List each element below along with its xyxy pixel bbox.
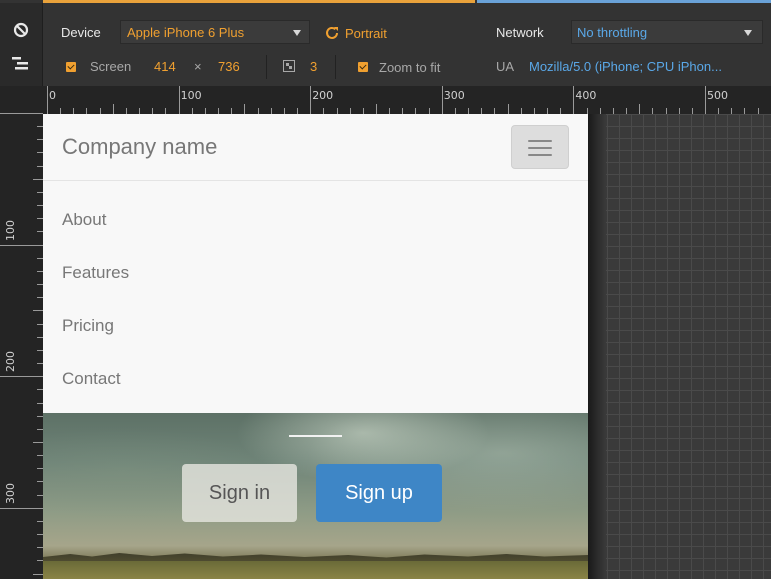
ruler-tick [441,86,443,114]
network-label: Network [496,25,544,40]
ruler-tick [705,86,706,114]
ruler-tick [507,104,509,114]
pixel-ratio-input[interactable]: 3 [310,59,317,75]
device-select-value: Apple iPhone 6 Plus [127,25,245,40]
ruler-tick [639,104,641,114]
hero-section: Sign in Sign up [43,413,588,579]
device-pixel-ratio-icon [283,60,295,72]
network-select[interactable]: No throttling [571,20,763,44]
toolbar-side-column [0,3,43,86]
ruler-label: 100 [4,219,17,241]
ruler-label: 0 [49,89,56,102]
ruler-tick [244,104,246,114]
menu-item-pricing[interactable]: Pricing [62,316,114,336]
chevron-down-icon [293,30,301,36]
hero-divider [289,435,342,437]
ruler-tick [0,113,43,114]
user-agent-input[interactable]: Mozilla/5.0 (iPhone; CPU iPhon... [529,59,722,75]
hamburger-icon-bar [528,147,552,149]
screen-checkbox[interactable] [66,62,76,72]
device-select[interactable]: Apple iPhone 6 Plus [120,20,310,44]
screen-width-input[interactable]: 414 [154,59,176,75]
device-label: Device [61,25,101,40]
ruler-tick [33,442,43,443]
ruler-tick [33,573,43,575]
screen-label: Screen [90,59,132,74]
ruler-label: 300 [4,482,17,504]
emulation-settings-icon[interactable] [12,56,30,72]
menu-item-about[interactable]: About [62,210,106,230]
navbar-collapse-menu: About Features Pricing Contact [43,181,588,413]
orientation-label: Portrait [345,26,387,41]
zoom-to-fit-checkbox[interactable] [358,62,368,72]
hero-treeline [43,553,588,561]
zoom-to-fit-label: Zoom to fit [379,60,441,75]
ruler-label: 100 [180,89,202,102]
horizontal-ruler: 0 100 200 300 400 500 [43,86,771,114]
toolbar-divider [335,55,336,79]
screen-times-symbol: × [194,59,202,74]
page-navbar: Company name [43,114,588,181]
screen-height-input[interactable]: 736 [218,59,240,75]
sign-in-button[interactable]: Sign in [182,464,297,522]
ruler-tick [573,86,575,114]
ruler-tick [0,244,43,246]
ruler-tick [33,178,43,180]
hamburger-icon-bar [528,154,552,156]
ruler-tick [33,310,43,312]
network-select-value: No throttling [577,25,648,40]
ruler-tick [0,376,43,378]
ruler-label: 300 [443,89,465,102]
ruler-label: 500 [707,89,728,102]
navbar-brand[interactable]: Company name [62,134,217,160]
ruler-label: 200 [4,351,17,373]
toolbar-divider [266,55,267,79]
rotate-icon [326,26,338,39]
menu-item-features[interactable]: Features [62,263,129,283]
ua-label: UA [496,59,515,74]
chevron-down-icon [744,30,752,36]
ruler-tick [112,104,114,114]
ruler-tick [0,507,43,509]
emulated-viewport: Company name About Features Pricing Cont… [43,114,588,579]
device-emulation-toolbar: Device Apple iPhone 6 Plus Portrait Netw… [0,0,771,86]
sign-up-button[interactable]: Sign up [316,464,442,522]
ruler-tick [310,86,312,114]
menu-item-contact[interactable]: Contact [62,369,121,389]
ruler-label: 400 [575,89,597,102]
ruler-label: 200 [312,89,334,102]
ruler-tick [376,104,377,114]
navbar-toggle-button[interactable] [511,125,569,169]
hamburger-icon-bar [528,140,552,142]
network-section-accent [477,0,771,3]
viewport-edge-shadow [588,114,606,579]
hero-field [43,561,588,579]
ruler-tick [178,86,180,114]
device-section-accent [43,0,475,3]
disable-emulation-icon[interactable] [13,22,29,38]
ruler-tick [47,86,48,114]
vertical-ruler: 100 200 300 [0,86,43,579]
